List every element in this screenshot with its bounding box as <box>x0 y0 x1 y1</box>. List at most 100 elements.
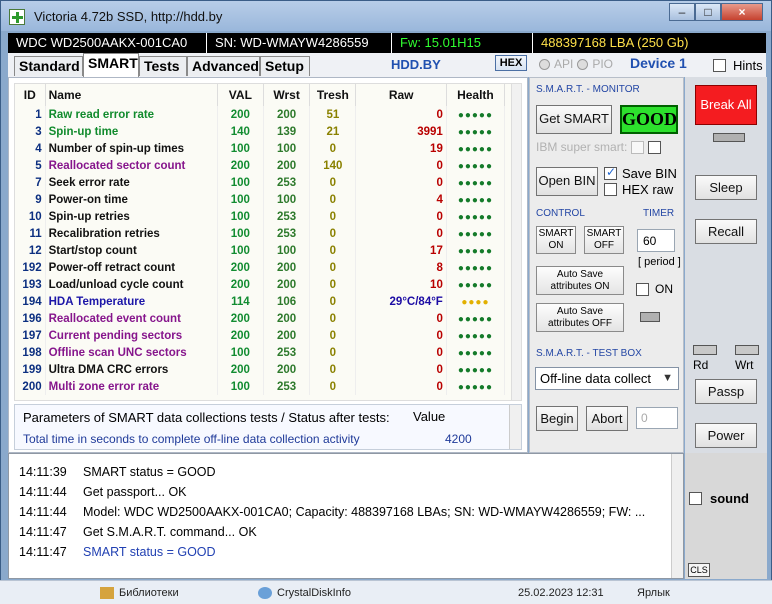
hex-button[interactable]: HEX <box>495 55 527 71</box>
smart-off-button[interactable]: SMART OFF <box>584 226 624 254</box>
params-scrollbar[interactable] <box>509 405 521 449</box>
sound-label: sound <box>710 491 749 506</box>
timer-period-label: [ period ] <box>638 256 681 268</box>
timer-on-option[interactable]: ON <box>636 282 673 296</box>
attribute-value: 100 <box>217 191 264 208</box>
pio-radio[interactable] <box>577 58 589 70</box>
auto-save-off-button[interactable]: Auto Save attributes OFF <box>536 303 624 332</box>
get-smart-button[interactable]: Get SMART <box>536 105 612 134</box>
table-row[interactable]: 1 Raw read error rate 200 200 51 0 ●●●●● <box>15 106 506 123</box>
passp-button[interactable]: Passp <box>695 379 757 404</box>
attribute-health: ●●●●● <box>446 191 506 208</box>
attribute-health: ●●●●● <box>446 344 506 361</box>
attribute-threshold: 0 <box>309 191 357 208</box>
test-type-select[interactable]: Off-line data collect ▼ <box>535 367 679 390</box>
attribute-id: 11 <box>15 225 46 242</box>
attribute-value: 100 <box>217 378 264 395</box>
table-row[interactable]: 10 Spin-up retries 100 253 0 0 ●●●●● <box>15 208 506 225</box>
table-row[interactable]: 3 Spin-up time 140 139 21 3991 ●●●●● <box>15 123 506 140</box>
tab-setup[interactable]: Setup <box>260 56 310 76</box>
table-row[interactable]: 12 Start/stop count 100 100 0 17 ●●●●● <box>15 242 506 259</box>
log-scrollbar[interactable] <box>671 454 683 578</box>
attribute-health: ●●●●● <box>446 123 506 140</box>
hints-checkbox-box[interactable] <box>713 59 726 72</box>
save-bin-checkbox[interactable] <box>604 165 617 180</box>
timer-on-label: ON <box>655 282 673 296</box>
begin-button[interactable]: Begin <box>536 406 578 431</box>
table-row[interactable]: 198 Offline scan UNC sectors 100 253 0 0… <box>15 344 506 361</box>
attribute-name: Recalibration retries <box>45 225 218 242</box>
params-title: Parameters of SMART data collections tes… <box>23 410 390 425</box>
table-row[interactable]: 196 Reallocated event count 200 200 0 0 … <box>15 310 506 327</box>
sound-option[interactable]: sound <box>689 491 749 506</box>
table-row[interactable]: 192 Power-off retract count 200 200 0 8 … <box>15 259 506 276</box>
table-row[interactable]: 197 Current pending sectors 200 200 0 0 … <box>15 327 506 344</box>
table-scrollbar[interactable] <box>511 84 521 400</box>
table-row[interactable]: 7 Seek error rate 100 253 0 0 ●●●●● <box>15 174 506 191</box>
table-row[interactable]: 200 Multi zone error rate 100 253 0 0 ●●… <box>15 378 506 395</box>
taskbar-libraries[interactable]: Библиотеки <box>100 584 179 602</box>
attribute-value: 200 <box>217 310 264 327</box>
ibm-extra-checkbox[interactable] <box>648 140 662 154</box>
table-row[interactable]: 194 HDA Temperature 114 106 0 29°C/84°F … <box>15 293 506 310</box>
attribute-raw: 0 <box>355 157 447 174</box>
timer-on-checkbox[interactable] <box>636 282 649 296</box>
open-bin-button[interactable]: Open BIN <box>536 167 598 196</box>
column-header-name: Name <box>45 84 218 106</box>
minimize-button[interactable]: – <box>669 3 695 21</box>
params-box: Parameters of SMART data collections tes… <box>14 404 522 450</box>
attribute-id: 9 <box>15 191 46 208</box>
title-bar[interactable]: Victoria 4.72b SSD, http://hdd.by – □ × <box>1 1 771 31</box>
sleep-button[interactable]: Sleep <box>695 175 757 200</box>
close-button[interactable]: × <box>721 3 763 21</box>
hints-checkbox[interactable]: Hints <box>713 58 763 73</box>
table-row[interactable]: 9 Power-on time 100 100 0 4 ●●●●● <box>15 191 506 208</box>
attribute-worst: 200 <box>263 106 311 123</box>
table-row[interactable]: 193 Load/unload cycle count 200 200 0 10… <box>15 276 506 293</box>
tab-standard[interactable]: Standard <box>14 56 83 76</box>
save-bin-option[interactable]: Save BIN <box>604 165 677 181</box>
timer-period-input[interactable]: 60 <box>637 229 675 252</box>
attribute-health: ●●●●● <box>446 310 506 327</box>
tab-smart[interactable]: SMART <box>83 53 139 77</box>
attribute-raw: 0 <box>355 378 447 395</box>
test-box-input[interactable]: 0 <box>636 407 678 429</box>
sound-checkbox[interactable] <box>689 492 702 505</box>
wrt-label: Wrt <box>735 358 754 372</box>
taskbar-date: 25.02.2023 12:31 <box>518 587 604 599</box>
log-message: Get S.M.A.R.T. command... OK <box>83 525 257 539</box>
power-button[interactable]: Power <box>695 423 757 448</box>
test-type-value: Off-line data collect <box>540 371 652 386</box>
disk-icon <box>258 587 272 599</box>
chevron-down-icon: ▼ <box>662 372 673 384</box>
attribute-worst: 200 <box>263 310 311 327</box>
attribute-value: 100 <box>217 225 264 242</box>
auto-save-on-button[interactable]: Auto Save attributes ON <box>536 266 624 295</box>
api-radio[interactable] <box>539 58 550 70</box>
log-line-3: 14:11:44 Model: WDC WD2500AAKX-001CA0; Ca… <box>19 505 645 523</box>
ibm-super-smart-checkbox[interactable] <box>631 140 645 154</box>
tab-advanced[interactable]: Advanced <box>187 56 260 76</box>
table-row[interactable]: 5 Reallocated sector count 200 200 140 0… <box>15 157 506 174</box>
recall-button[interactable]: Recall <box>695 219 757 244</box>
params-row-value: 4200 <box>445 432 472 446</box>
attribute-raw: 17 <box>355 242 447 259</box>
taskbar-crystaldiskinfo[interactable]: CrystalDiskInfo <box>258 584 351 602</box>
hex-raw-checkbox[interactable] <box>604 183 617 196</box>
attribute-id: 200 <box>15 378 46 395</box>
attribute-threshold: 0 <box>309 344 357 361</box>
attribute-health: ●●●●● <box>446 327 506 344</box>
tab-tests[interactable]: Tests <box>139 56 187 76</box>
table-row[interactable]: 11 Recalibration retries 100 253 0 0 ●●●… <box>15 225 506 242</box>
taskbar-label: Библиотеки <box>119 587 179 599</box>
table-row[interactable]: 199 Ultra DMA CRC errors 200 200 0 0 ●●●… <box>15 361 506 378</box>
cls-button[interactable]: CLS <box>688 563 710 577</box>
hex-raw-option[interactable]: HEX raw <box>604 182 673 197</box>
table-row[interactable]: 4 Number of spin-up times 100 100 0 19 ●… <box>15 140 506 157</box>
log-time: 14:11:47 <box>19 545 67 559</box>
maximize-button[interactable]: □ <box>695 3 721 21</box>
abort-button[interactable]: Abort <box>586 406 628 431</box>
smart-on-button[interactable]: SMART ON <box>536 226 576 254</box>
break-all-button[interactable]: Break All <box>695 85 757 125</box>
taskbar-shortcut: Ярлык <box>637 587 670 599</box>
